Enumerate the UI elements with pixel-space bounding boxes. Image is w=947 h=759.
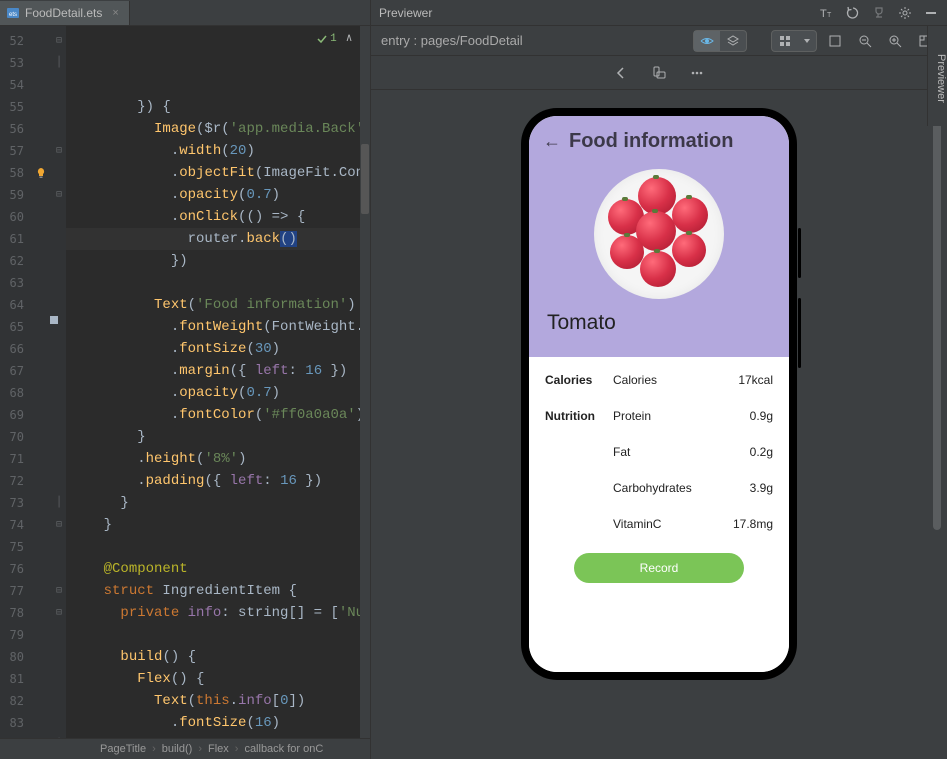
zoom-out-icon[interactable] [853,29,877,53]
code-editor[interactable]: 5253545556575859606162636465666768697071… [0,26,370,738]
nutrition-row: VitaminC 17.8mg [545,517,773,531]
nutrient-value: 17kcal [738,373,773,387]
nutrient-name: VitaminC [613,517,661,531]
font-size-icon[interactable]: TT [819,5,835,21]
minimize-icon[interactable] [923,5,939,21]
food-name: Tomato [543,307,775,345]
nutrient-name: Carbohydrates [613,481,692,495]
gear-icon[interactable] [897,5,913,21]
nutrient-value: 17.8mg [733,517,773,531]
page-title: Food information [569,130,733,153]
nutrient-name: Fat [613,445,630,459]
file-tab-label: FoodDetail.ets [25,6,102,20]
nutrition-row: Carbohydrates 3.9g [545,481,773,495]
app-header: ← Food information [529,116,789,357]
vcs-indicator[interactable]: 1 ∧ ∨ [317,26,366,50]
layers-icon[interactable] [720,31,746,51]
section-label: Calories [545,373,613,387]
breadcrumb-item[interactable]: PageTitle [100,743,146,755]
file-tab-fooddetail[interactable]: ets FoodDetail.ets × [0,1,130,25]
previewer-toolbar: Previewer TT [371,0,947,26]
breadcrumb-item[interactable]: build() [162,743,193,755]
svg-text:ets: ets [9,12,17,18]
fold-gutter: ⊟│⊟⊟│⊟⊟⊟│ [52,26,66,738]
plate-image [594,169,724,299]
calories-row: Calories Calories 17kcal [545,373,773,387]
editor-tab-bar: ets FoodDetail.ets × [0,0,370,26]
close-tab-icon[interactable]: × [112,7,118,19]
dropdown-icon[interactable] [798,31,816,51]
zoom-in-icon[interactable] [883,29,907,53]
nutrition-row: Fat 0.2g [545,445,773,459]
food-image [543,153,775,307]
inspect-toggle [693,30,747,52]
preview-scrollbar-thumb[interactable] [933,90,941,530]
preview-canvas: ← Food information [371,90,947,759]
section-label: Nutrition [545,409,613,423]
trophy-icon[interactable] [871,5,887,21]
phone-button [798,228,801,278]
preview-scrollbar[interactable] [933,90,941,759]
grid-icon[interactable] [772,31,798,51]
app-body: Calories Calories 17kcal NutritionProtei… [529,357,789,672]
line-number-gutter: 5253545556575859606162636465666768697071… [0,26,30,738]
code-editor-panel: ets FoodDetail.ets × 5253545556575859606… [0,0,370,759]
nutrient-value: 0.2g [750,445,773,459]
layout-toggle [771,30,817,52]
back-nav-icon[interactable] [609,61,633,85]
preview-nav-controls [371,56,947,90]
breadcrumb-item[interactable]: Flex [208,743,229,755]
icon-gutter [30,26,52,738]
back-arrow-icon[interactable]: ← [543,131,561,152]
previewer-subbar: entry : pages/FoodDetail [371,26,947,56]
more-icon[interactable] [685,61,709,85]
refresh-icon[interactable] [845,5,861,21]
previewer-panel: Previewer TT entry : pages/FoodDetail [370,0,947,759]
scrollbar-thumb[interactable] [361,144,369,214]
phone-screen: ← Food information [529,116,789,672]
previewer-sidebar-tab[interactable]: Previewer [927,26,947,126]
nutrient-value: 0.9g [750,409,773,423]
rotate-icon[interactable] [647,61,671,85]
svg-text:T: T [820,8,827,20]
breadcrumb-item[interactable]: callback for onC [244,743,323,755]
eye-icon[interactable] [694,31,720,51]
code-content[interactable]: 1 ∧ ∨ }) { Image($r('app.media.Back')) .… [66,26,370,738]
breakpoint-marker[interactable] [50,316,58,324]
nutrient-value: 3.9g [750,481,773,495]
expand-icon[interactable] [823,29,847,53]
svg-text:T: T [827,12,832,19]
record-button[interactable]: Record [574,553,744,583]
breadcrumb-bar: PageTitle› build()› Flex› callback for o… [0,738,370,759]
nutrition-row: NutritionProtein 0.9g [545,409,773,423]
nutrient-name: Calories [613,373,657,387]
nutrient-name: Protein [613,409,651,423]
phone-button [798,298,801,368]
previewer-title: Previewer [379,6,432,20]
phone-frame: ← Food information [521,108,797,680]
ets-file-icon: ets [6,6,20,20]
editor-scrollbar[interactable] [360,26,370,738]
entry-path: entry : pages/FoodDetail [381,33,523,48]
